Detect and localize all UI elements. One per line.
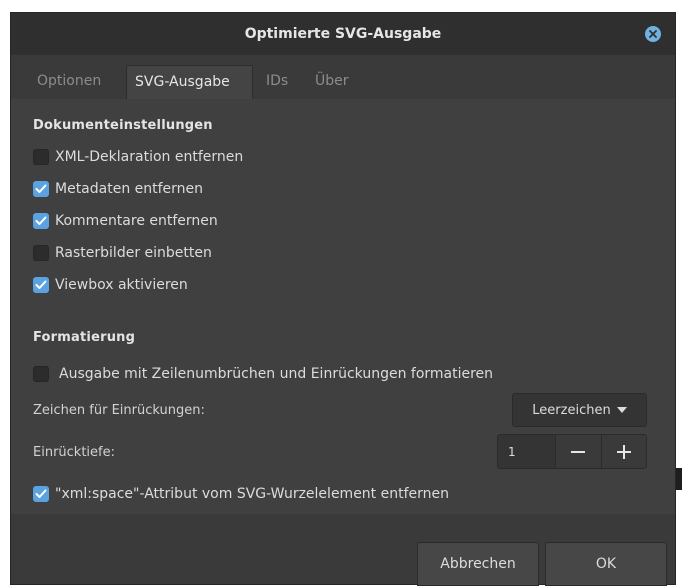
cancel-button[interactable]: Abbrechen xyxy=(417,542,539,586)
check-icon xyxy=(35,280,47,289)
option-label: Kommentare entfernen xyxy=(55,213,218,229)
indent-depth-stepper[interactable]: 1 xyxy=(497,434,647,469)
option-embed-raster[interactable]: Rasterbilder einbetten xyxy=(33,243,212,263)
ok-button[interactable]: OK xyxy=(545,542,667,586)
dialog-window: Optimierte SVG-Ausgabe Optionen SVG-Ausg… xyxy=(10,12,676,586)
close-icon xyxy=(649,30,657,38)
plus-icon xyxy=(616,444,631,459)
option-remove-metadata[interactable]: Metadaten entfernen xyxy=(33,179,203,199)
checkbox-checked[interactable] xyxy=(33,277,49,293)
checkbox-unchecked[interactable] xyxy=(33,366,49,382)
chevron-down-icon xyxy=(616,407,627,413)
option-label: Metadaten entfernen xyxy=(55,181,204,197)
close-button[interactable] xyxy=(645,26,661,42)
option-label: Rasterbilder einbetten xyxy=(55,245,212,261)
option-xml-declaration[interactable]: XML-Deklaration entfernen xyxy=(33,147,243,167)
option-label: XML-Deklaration entfernen xyxy=(55,149,244,165)
tab-bar: Optionen SVG-Ausgabe IDs Über xyxy=(11,65,675,100)
option-strip-xml-space[interactable]: "xml:space"-Attribut vom SVG-Wurzeleleme… xyxy=(33,484,449,504)
check-icon xyxy=(35,184,47,193)
formatting-heading: Formatierung xyxy=(33,330,136,345)
checkbox-checked[interactable] xyxy=(33,486,49,502)
checkbox-unchecked[interactable] xyxy=(33,149,49,165)
checkbox-unchecked[interactable] xyxy=(33,245,49,261)
checkbox-checked[interactable] xyxy=(33,213,49,229)
indent-char-label: Zeichen für Einrückungen: xyxy=(33,403,205,418)
decrement-button[interactable] xyxy=(556,435,601,468)
option-pretty-print[interactable]: Ausgabe mit Zeilenumbrüchen und Einrücku… xyxy=(33,364,493,384)
checkbox-checked[interactable] xyxy=(33,181,49,197)
increment-button[interactable] xyxy=(600,435,646,468)
minus-icon xyxy=(571,450,586,453)
document-settings-heading: Dokumenteinstellungen xyxy=(33,118,213,133)
tab-ids[interactable]: IDs xyxy=(258,65,296,99)
title-bar[interactable]: Optimierte SVG-Ausgabe xyxy=(11,13,675,55)
option-enable-viewbox[interactable]: Viewbox aktivieren xyxy=(33,275,188,295)
check-icon xyxy=(35,216,47,225)
indent-char-value: Leerzeichen xyxy=(532,402,611,418)
indent-depth-label: Einrücktiefe: xyxy=(33,445,115,460)
indent-char-dropdown[interactable]: Leerzeichen xyxy=(512,393,647,427)
option-label: Viewbox aktivieren xyxy=(55,277,188,293)
option-remove-comments[interactable]: Kommentare entfernen xyxy=(33,211,218,231)
check-icon xyxy=(35,489,47,498)
background-window-edge xyxy=(676,468,682,490)
option-label: Ausgabe mit Zeilenumbrüchen und Einrücku… xyxy=(59,366,494,382)
indent-depth-input[interactable]: 1 xyxy=(498,435,557,468)
option-label: "xml:space"-Attribut vom SVG-Wurzeleleme… xyxy=(55,486,450,502)
tab-uber[interactable]: Über xyxy=(307,65,357,99)
window-title: Optimierte SVG-Ausgabe xyxy=(244,26,442,42)
tab-svg-ausgabe[interactable]: SVG-Ausgabe xyxy=(126,65,253,99)
tab-optionen[interactable]: Optionen xyxy=(29,65,109,99)
